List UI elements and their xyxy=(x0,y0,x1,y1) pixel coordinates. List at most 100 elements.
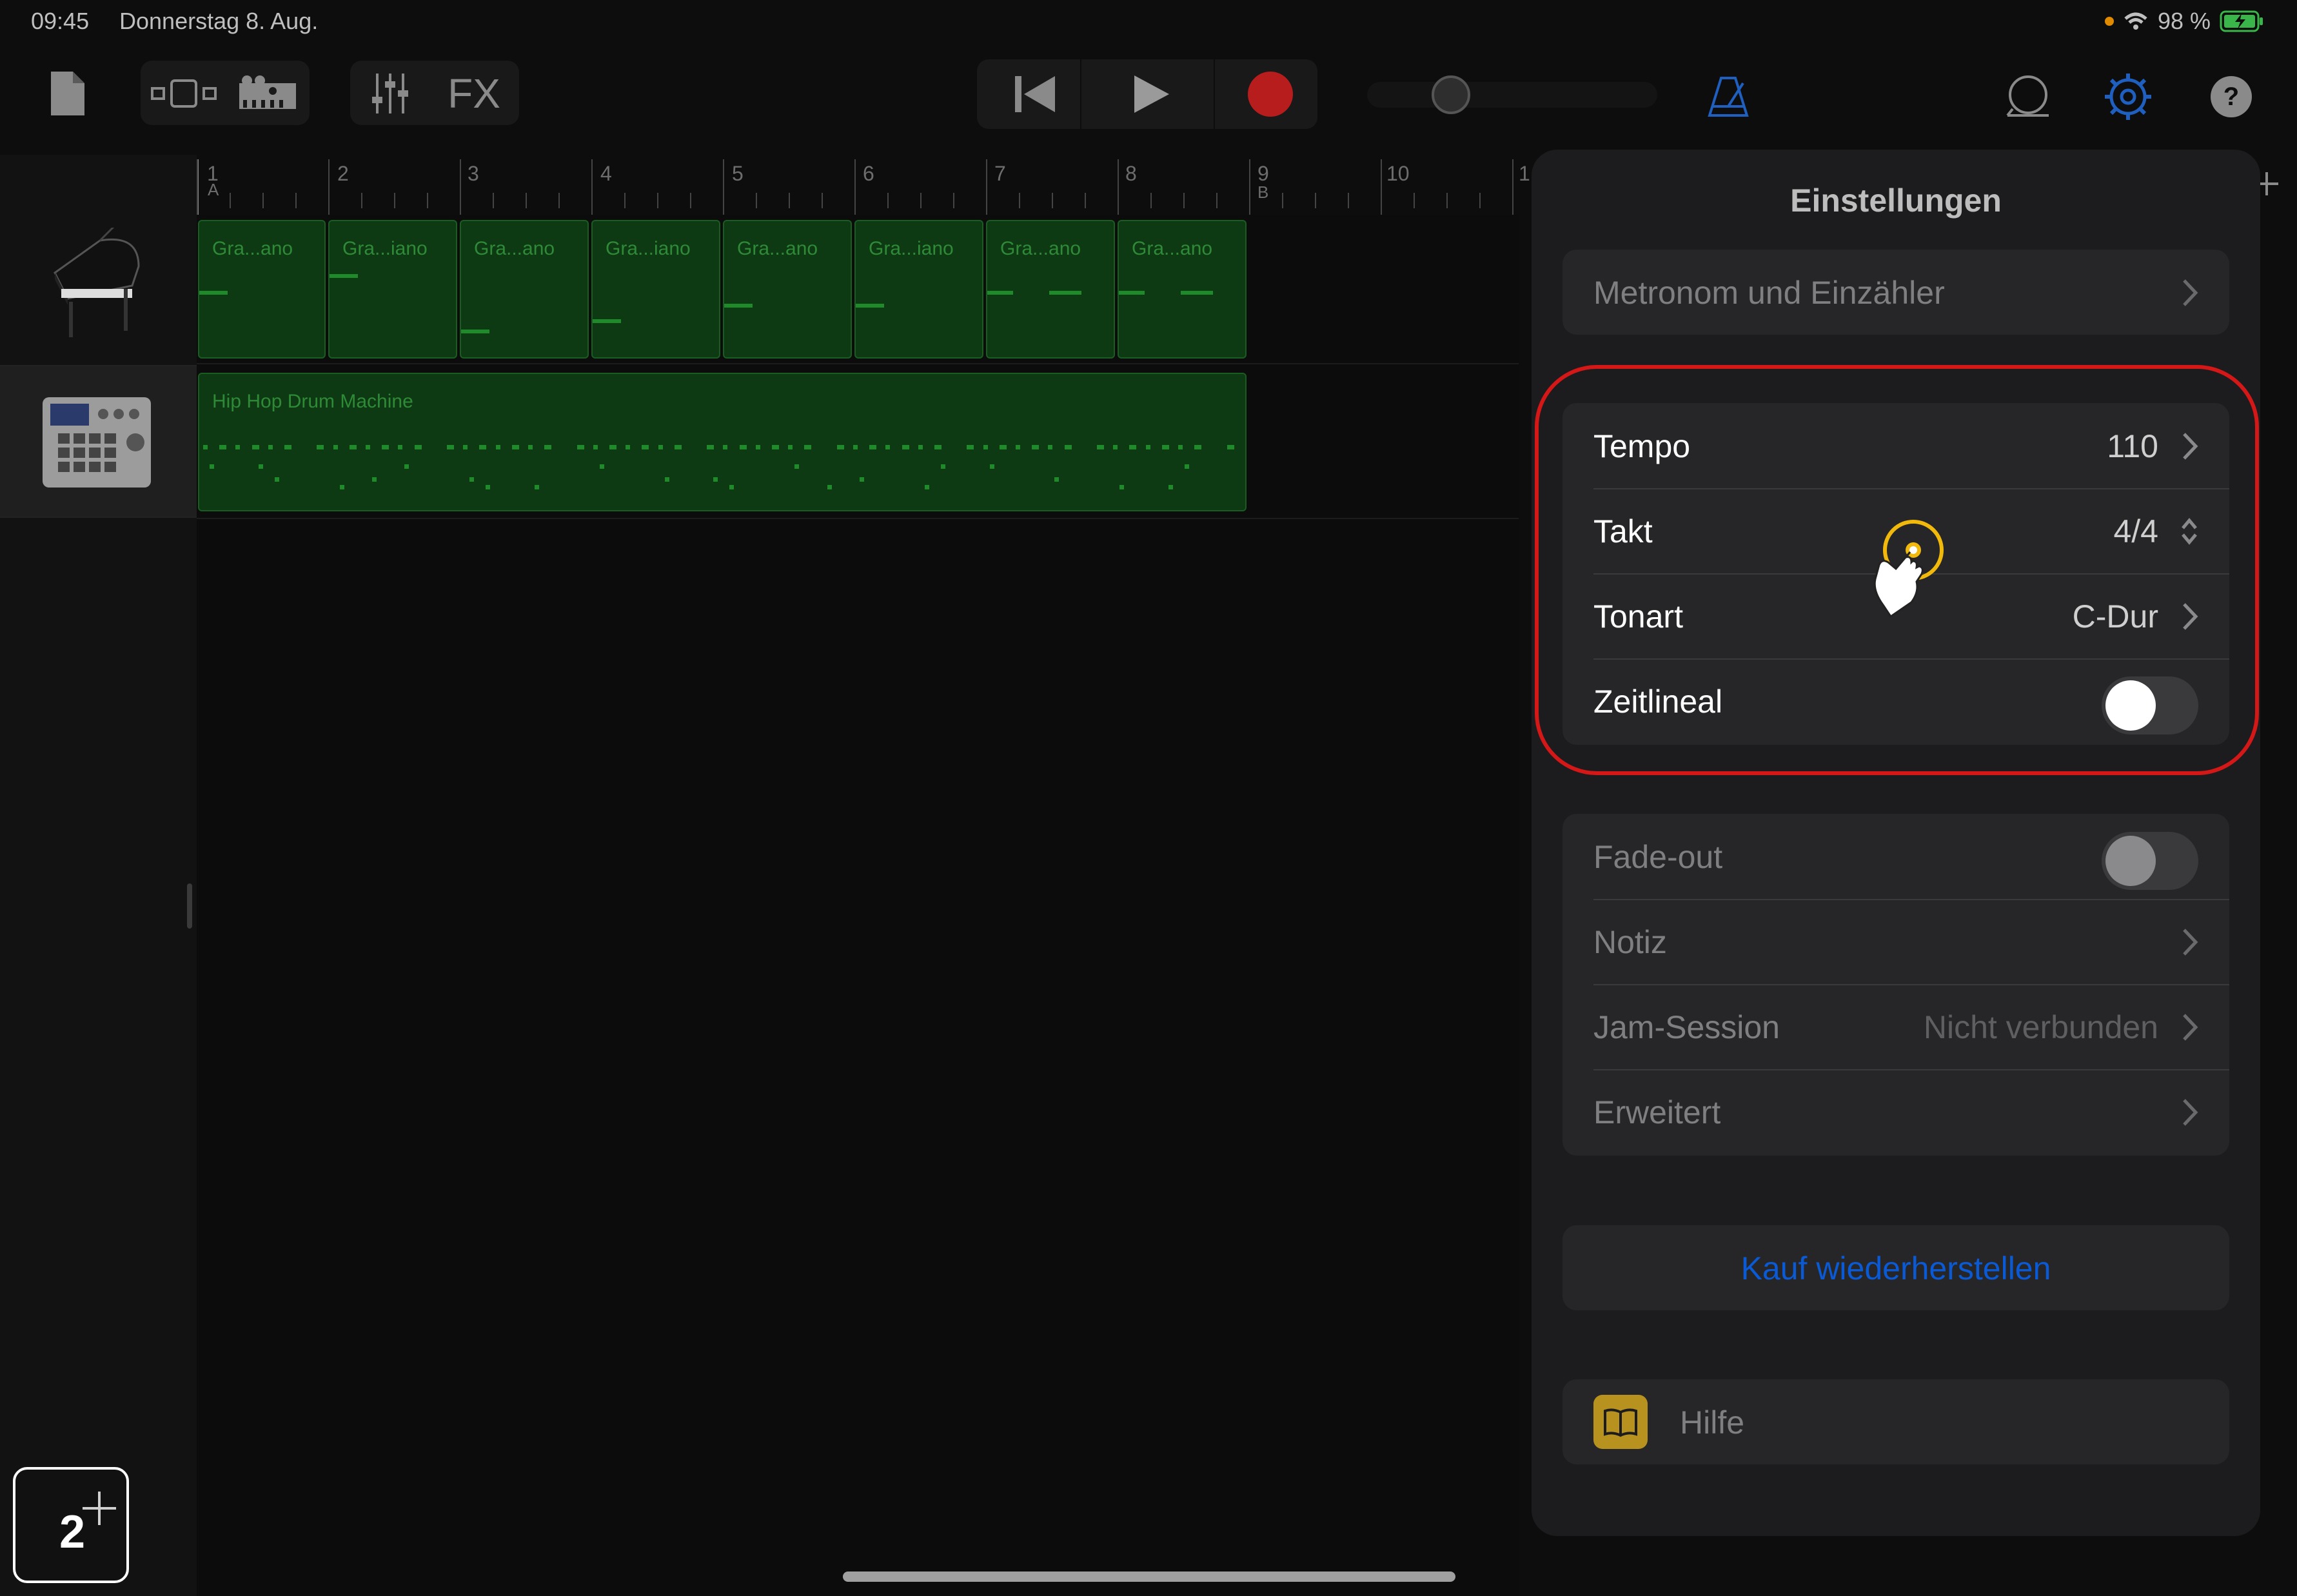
settings-panel: Einstellungen Metronom und Einzähler Tem… xyxy=(1532,150,2260,1536)
track-header-drums[interactable] xyxy=(0,366,197,518)
piano-region[interactable]: Gra...iano xyxy=(328,220,457,359)
ruler-tick xyxy=(558,193,560,208)
my-songs-button[interactable] xyxy=(42,64,94,123)
book-icon xyxy=(1593,1395,1648,1449)
status-time: 09:45 xyxy=(31,8,90,34)
drum-hit xyxy=(463,445,468,449)
ruler-tick xyxy=(1348,193,1349,208)
drum-hit xyxy=(1178,445,1183,449)
drum-hit xyxy=(528,445,533,449)
ruler-number: 6 xyxy=(863,162,874,185)
transport-divider xyxy=(1214,59,1215,129)
add-track-button[interactable]: 2 xyxy=(13,1467,129,1583)
midi-note xyxy=(330,274,358,278)
drum-region[interactable]: Hip Hop Drum Machine xyxy=(198,373,1247,511)
fadeout-toggle[interactable] xyxy=(2102,832,2198,890)
notiz-label: Notiz xyxy=(1593,924,1667,960)
mixer-button[interactable] xyxy=(358,64,422,123)
rewind-button[interactable] xyxy=(990,66,1080,123)
battery-percent: 98 % xyxy=(2157,8,2211,34)
drum-hit xyxy=(983,445,988,449)
master-volume-knob[interactable] xyxy=(1432,75,1470,114)
piano-region[interactable]: Gra...ano xyxy=(723,220,852,359)
drum-hit xyxy=(287,445,291,449)
ruler-tick xyxy=(1315,193,1316,208)
ruler-number: 8 xyxy=(1125,162,1137,185)
master-volume-slider[interactable] xyxy=(1367,82,1657,108)
track-header-piano[interactable] xyxy=(0,215,197,366)
drum-machine-icon xyxy=(43,397,151,488)
notiz-row[interactable]: Notiz xyxy=(1563,899,2229,984)
ruler-tick xyxy=(854,159,856,215)
drum-hit xyxy=(274,477,279,482)
region-label: Gra...iano xyxy=(342,238,428,259)
ruler-marker-b: B xyxy=(1257,182,1269,202)
drum-hit xyxy=(713,477,718,482)
metronome-row[interactable]: Metronom und Einzähler xyxy=(1563,250,2229,335)
timeline-ruler[interactable]: 1 A 2 3 4 5 6 7 8 9 B 10 1 xyxy=(197,157,1530,217)
drum-hit xyxy=(658,445,663,449)
piano-region[interactable]: Gra...ano xyxy=(460,220,589,359)
help-row[interactable]: Hilfe xyxy=(1563,1379,2229,1464)
drum-hit xyxy=(904,445,909,449)
drum-hit xyxy=(774,445,779,449)
jam-session-row[interactable]: Jam-Session Nicht verbunden xyxy=(1563,984,2229,1069)
ruler-tick xyxy=(460,159,461,215)
drum-hit xyxy=(235,445,241,449)
restore-purchases-button[interactable]: Kauf wiederherstellen xyxy=(1563,1225,2229,1310)
drum-hit xyxy=(794,464,800,469)
drum-hit xyxy=(579,445,584,449)
help-button[interactable]: ? xyxy=(2199,64,2263,129)
drum-hit xyxy=(1001,445,1007,449)
region-label: Gra...ano xyxy=(474,238,555,259)
drum-hit xyxy=(755,445,760,449)
ruler-number: 4 xyxy=(600,162,612,185)
chevron-right-icon xyxy=(2183,929,2198,956)
resize-handle[interactable] xyxy=(187,883,192,929)
drum-hit xyxy=(339,485,344,489)
region-label: Gra...iano xyxy=(869,238,954,259)
piano-region[interactable]: Gra...ano xyxy=(1118,220,1247,359)
piano-region[interactable]: Gra...iano xyxy=(591,220,720,359)
loop-browser-button[interactable] xyxy=(1996,64,2060,129)
fadeout-row: Fade-out xyxy=(1563,814,2229,899)
ruler-tick xyxy=(887,193,889,208)
drum-hit xyxy=(1113,445,1118,449)
home-indicator xyxy=(843,1571,1455,1582)
ruler-marker-a: A xyxy=(208,180,219,199)
drum-hit xyxy=(626,445,631,449)
instrument-view-button[interactable] xyxy=(232,64,303,123)
ruler-tick xyxy=(624,193,626,208)
ruler-tick xyxy=(493,193,494,208)
play-button[interactable] xyxy=(1106,66,1196,123)
metronome-button[interactable] xyxy=(1696,64,1760,129)
piano-region[interactable]: Gra...ano xyxy=(986,220,1115,359)
drum-hit xyxy=(1145,445,1150,449)
plus-icon xyxy=(83,1492,116,1525)
record-button[interactable] xyxy=(1232,66,1309,123)
region-label: Gra...ano xyxy=(737,238,818,259)
drum-hit xyxy=(924,485,929,489)
piano-region[interactable]: Gra...ano xyxy=(198,220,326,359)
drum-hit xyxy=(1016,445,1020,449)
region-label: Gra...ano xyxy=(212,238,293,259)
erweitert-row[interactable]: Erweitert xyxy=(1563,1069,2229,1154)
tracks-view-button[interactable] xyxy=(145,64,222,123)
ruler-tick xyxy=(789,193,790,208)
drum-hit xyxy=(807,445,812,449)
midi-note xyxy=(1049,291,1081,295)
drum-hit xyxy=(319,445,324,449)
help-label: Hilfe xyxy=(1680,1404,1745,1441)
mic-indicator-icon xyxy=(2104,17,2114,26)
fx-button[interactable]: FX xyxy=(439,64,509,123)
drum-hit xyxy=(1164,445,1169,449)
drum-hit xyxy=(268,445,273,449)
drum-hit xyxy=(723,445,728,449)
ruler-tick xyxy=(1183,193,1185,208)
drum-hit xyxy=(404,464,409,469)
metronome-icon xyxy=(1708,77,1749,117)
metronome-label: Metronom und Einzähler xyxy=(1593,275,1945,311)
settings-button[interactable] xyxy=(2096,64,2160,129)
piano-region[interactable]: Gra...iano xyxy=(854,220,983,359)
document-icon xyxy=(51,72,84,115)
